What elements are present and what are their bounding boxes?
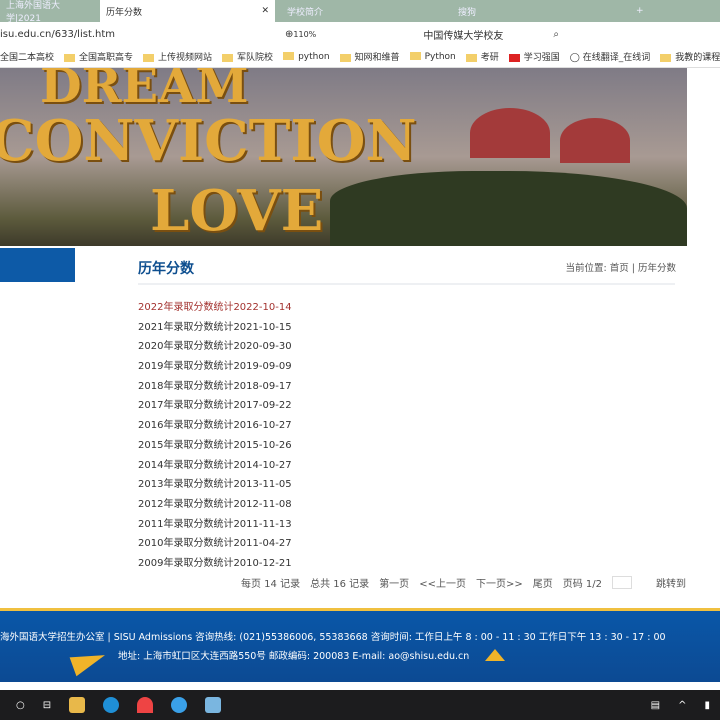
folder-icon	[660, 53, 672, 62]
last-page-link[interactable]: 尾页	[533, 575, 553, 590]
folder-icon	[64, 53, 76, 62]
app-icon[interactable]	[137, 697, 154, 713]
bookmark[interactable]: 全国高职高专	[64, 50, 133, 63]
folder-icon	[409, 52, 421, 60]
score-list: 2022年录取分数统计2022-10-14 2021年录取分数统计2021-10…	[138, 300, 292, 576]
banner-image: DREAM CONVICTION LOVE	[0, 68, 687, 246]
list-item[interactable]: 2010年录取分数统计2011-04-27	[138, 536, 292, 556]
jump-button[interactable]: 跳转到	[656, 575, 686, 590]
banner-word: CONVICTION	[0, 108, 417, 174]
new-tab-button[interactable]: +	[630, 0, 650, 22]
first-page-link[interactable]: 第一页	[379, 575, 409, 590]
bookmark[interactable]: 考研	[465, 50, 499, 63]
folder-icon	[465, 53, 477, 62]
globe-icon: ◯	[569, 53, 583, 63]
tab-scores[interactable]: 历年分数 ✕	[100, 0, 275, 22]
next-page-link[interactable]: 下一页>>	[476, 575, 523, 590]
list-item[interactable]: 2018年录取分数统计2018-09-17	[138, 379, 292, 399]
tab-sogou[interactable]: 搜狗	[450, 0, 630, 22]
task-view-icon[interactable]: ⊟	[43, 700, 51, 711]
page-title: 历年分数	[138, 261, 194, 277]
news-icon[interactable]: ▤	[651, 700, 660, 711]
folder-icon	[222, 53, 234, 62]
microphone-icon[interactable]: ▮	[704, 700, 710, 711]
breadcrumb-current[interactable]: 历年分数	[638, 263, 676, 274]
bookmark[interactable]: 上传视频网站	[143, 50, 212, 63]
list-item[interactable]: 2014年录取分数统计2014-10-27	[138, 458, 292, 478]
list-item[interactable]: 2022年录取分数统计2022-10-14	[138, 300, 292, 320]
sidebar-header	[0, 248, 75, 282]
divider	[138, 283, 675, 285]
bookmark[interactable]: 军队院校	[222, 50, 273, 63]
folder-icon	[283, 52, 295, 60]
browser-icon[interactable]	[171, 697, 188, 713]
url-input[interactable]: isu.edu.cn/633/list.htm	[0, 29, 285, 40]
search-box[interactable]: 中国传媒大学校友	[423, 27, 553, 42]
list-item[interactable]: 2011年录取分数统计2011-11-13	[138, 517, 292, 537]
tab-sisu[interactable]: 上海外国语大学|2021	[0, 0, 100, 24]
close-icon[interactable]: ✕	[261, 6, 269, 16]
search-icon[interactable]: ○	[16, 700, 25, 711]
page-number-input[interactable]	[612, 576, 632, 589]
zoom-icon[interactable]: ⊕	[285, 29, 293, 40]
folder-icon	[339, 53, 351, 62]
bookmark[interactable]: 学习强国	[508, 50, 560, 63]
list-item[interactable]: 2015年录取分数统计2015-10-26	[138, 438, 292, 458]
bookmark[interactable]: python	[283, 52, 330, 62]
list-item[interactable]: 2009年录取分数统计2010-12-21	[138, 556, 292, 576]
list-item[interactable]: 2019年录取分数统计2019-09-09	[138, 359, 292, 379]
banner-word: LOVE	[150, 178, 324, 244]
prev-page-link[interactable]: <<上一页	[419, 575, 466, 590]
bookmark[interactable]: 知网和维普	[339, 50, 400, 63]
footer-contact: 海外国语大学招生办公室 | SISU Admissions 咨询热线: (021…	[0, 632, 666, 643]
list-item[interactable]: 2013年录取分数统计2013-11-05	[138, 477, 292, 497]
breadcrumb-home[interactable]: 首页	[610, 263, 629, 274]
file-explorer-icon[interactable]	[69, 697, 86, 713]
list-item[interactable]: 2021年录取分数统计2021-10-15	[138, 320, 292, 340]
address-bar: isu.edu.cn/633/list.htm ⊕ 110% 中国传媒大学校友 …	[0, 22, 720, 46]
bookmark[interactable]: Python	[409, 52, 456, 62]
zoom-level[interactable]: 110%	[293, 30, 423, 39]
search-icon[interactable]: ⌕	[553, 29, 559, 40]
bookmarks-bar: 全国二本高校 全国高职高专 上传视频网站 军队院校 python 知网和维普 P…	[0, 46, 720, 68]
folder-icon	[143, 53, 155, 62]
app-icon[interactable]	[205, 697, 222, 713]
breadcrumb: 当前位置: 首页 | 历年分数	[565, 263, 676, 274]
edge-icon[interactable]	[103, 697, 120, 713]
tab-label: 历年分数	[106, 7, 143, 18]
taskbar: ○ ⊟ ▤ ^ ▮	[0, 690, 720, 720]
bookmark[interactable]: 全国二本高校	[0, 50, 54, 63]
tab-school-intro[interactable]: 学校简介	[275, 0, 450, 22]
footer-address: 地址: 上海市虹口区大连西路550号 邮政编码: 200083 E-mail: …	[118, 651, 470, 662]
pagination: 每页 14 记录 总共 16 记录 第一页 <<上一页 下一页>> 尾页 页码 …	[241, 575, 686, 590]
list-item[interactable]: 2016年录取分数统计2016-10-27	[138, 418, 292, 438]
footer: 海外国语大学招生办公室 | SISU Admissions 咨询热线: (021…	[0, 608, 720, 682]
bookmark[interactable]: ◯ 在线翻译_在线词	[570, 50, 650, 63]
tray-chevron-icon[interactable]: ^	[678, 700, 686, 711]
xuexi-icon	[508, 53, 520, 62]
list-item[interactable]: 2020年录取分数统计2020-09-30	[138, 339, 292, 359]
browser-tab-bar: 上海外国语大学|2021 历年分数 ✕ 学校简介 搜狗 +	[0, 0, 720, 24]
bookmark[interactable]: 我教的课程和	[660, 50, 720, 63]
list-item[interactable]: 2012年录取分数统计2012-11-08	[138, 497, 292, 517]
list-item[interactable]: 2017年录取分数统计2017-09-22	[138, 398, 292, 418]
